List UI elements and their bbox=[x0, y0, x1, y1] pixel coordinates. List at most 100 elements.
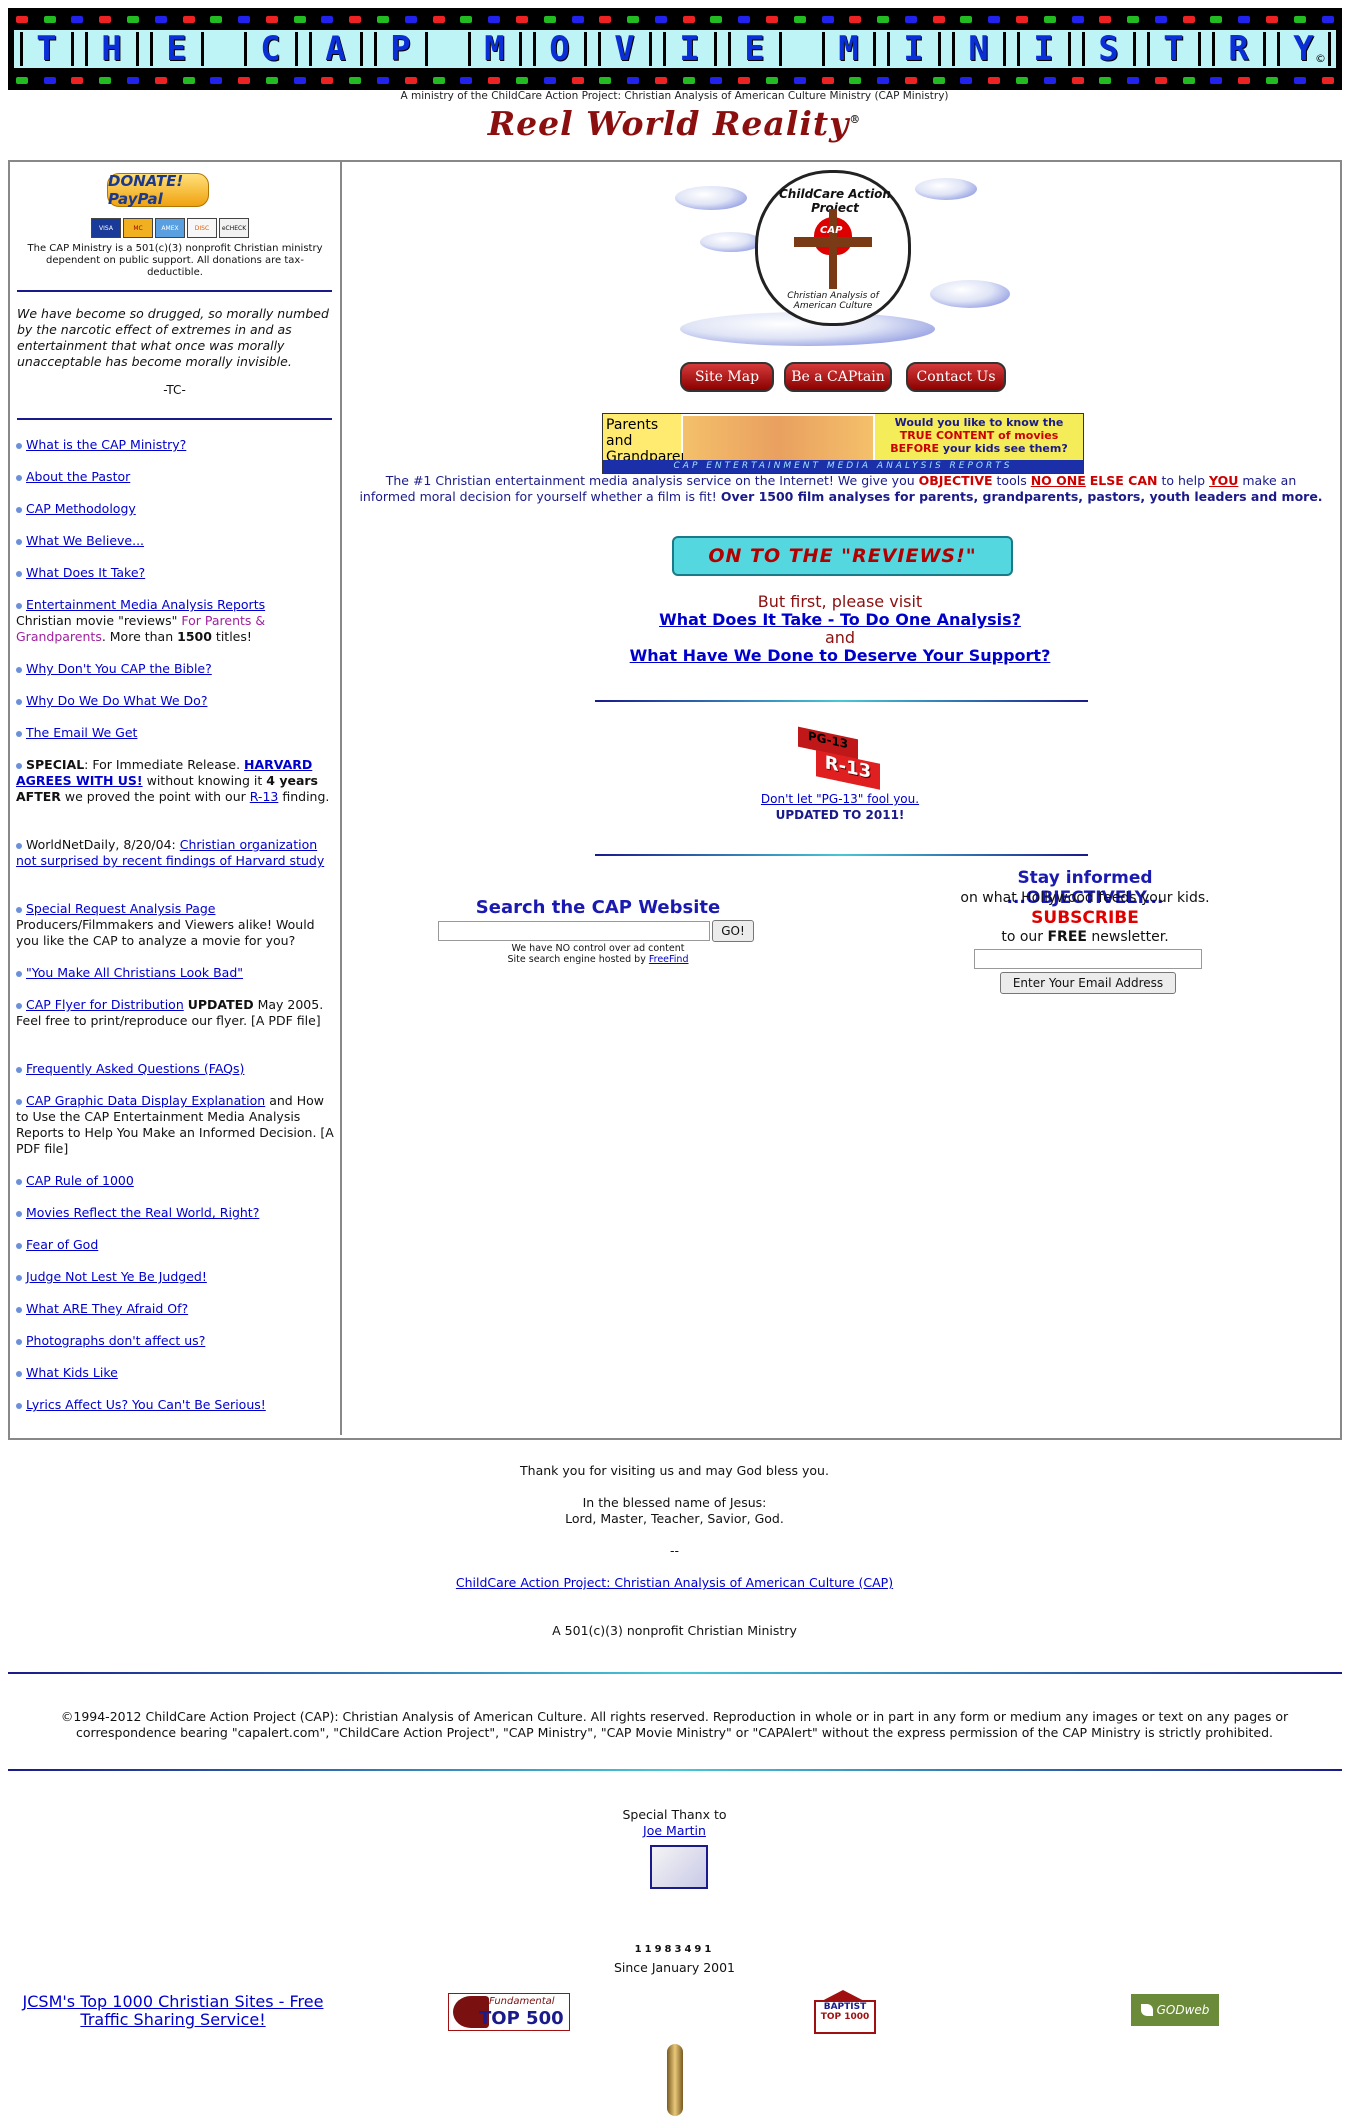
site-map-button[interactable]: Site Map bbox=[680, 362, 774, 392]
sidebar-item-look-bad: "You Make All Christians Look Bad" bbox=[16, 965, 334, 981]
cloud-image bbox=[700, 232, 762, 252]
sidebar-item-lyrics: Lyrics Affect Us? You Can't Be Serious! bbox=[16, 1397, 334, 1413]
on-to-reviews-button[interactable]: ON TO THE "REVIEWS!" bbox=[672, 536, 1013, 576]
bible-link[interactable]: Why Don't You CAP the Bible? bbox=[26, 661, 212, 676]
joe-martin-link[interactable]: Joe Martin bbox=[643, 1823, 706, 1838]
special-request-link[interactable]: Special Request Analysis Page bbox=[26, 901, 216, 916]
seal-bottom-text: Christian Analysis of American Culture bbox=[787, 291, 879, 311]
divider bbox=[8, 1769, 1342, 1771]
joe-martin-row: Joe Martin bbox=[0, 1823, 1349, 1838]
graphic-link[interactable]: CAP Graphic Data Display Explanation bbox=[26, 1093, 265, 1108]
banner-letter: A bbox=[308, 29, 363, 69]
film-strip-banner: THECAPMOVIEMINISTRY © bbox=[8, 8, 1342, 90]
deserve-support-link[interactable]: What Have We Done to Deserve Your Suppor… bbox=[630, 646, 1051, 665]
r13-link[interactable]: R-13 bbox=[250, 789, 279, 804]
photographs-link[interactable]: Photographs don't affect us? bbox=[26, 1333, 205, 1348]
enter-email-button[interactable]: Enter Your Email Address bbox=[1000, 972, 1176, 994]
reports-desc-more: . More than bbox=[101, 629, 174, 644]
banner-letter: M bbox=[821, 29, 876, 69]
judge-link[interactable]: Judge Not Lest Ye Be Judged! bbox=[26, 1269, 207, 1284]
about-pastor-link[interactable]: About the Pastor bbox=[26, 469, 130, 484]
banner-letter: C bbox=[243, 29, 298, 69]
top500-label: TOP 500 bbox=[479, 2008, 564, 2029]
parents-banner[interactable]: Parents and Grandparents! Would you like… bbox=[602, 413, 1084, 474]
search-input[interactable] bbox=[438, 921, 710, 941]
contact-us-button[interactable]: Contact Us bbox=[906, 362, 1006, 392]
sprocket-row-bottom bbox=[8, 74, 1342, 86]
cross-icon bbox=[829, 209, 837, 289]
scroll-ornament-icon bbox=[667, 2044, 683, 2116]
baptist-top1000-badge[interactable]: BAPTIST TOP 1000 bbox=[808, 1990, 878, 2034]
godweb-badge[interactable]: GODweb bbox=[1131, 1994, 1219, 2026]
methodology-link[interactable]: CAP Methodology bbox=[26, 501, 136, 516]
afraid-link[interactable]: What ARE They Afraid Of? bbox=[26, 1301, 188, 1316]
footer-nonprofit: A 501(c)(3) nonprofit Christian Ministry bbox=[552, 1623, 797, 1638]
baptist-box: BAPTIST TOP 1000 bbox=[814, 2000, 876, 2034]
newsletter-email-input[interactable] bbox=[974, 949, 1202, 969]
parents-kids: your kids see them? bbox=[942, 442, 1068, 455]
godweb-label: GODweb bbox=[1156, 2003, 1210, 2017]
echeck-icon: eCHECK bbox=[219, 218, 249, 238]
sidebar-item-about: About the Pastor bbox=[16, 469, 334, 485]
sidebar-item-photographs: Photographs don't affect us? bbox=[16, 1333, 334, 1349]
email-link[interactable]: The Email We Get bbox=[26, 725, 137, 740]
lyrics-link[interactable]: Lyrics Affect Us? You Can't Be Serious! bbox=[26, 1397, 266, 1412]
newsletter-subscribe: SUBSCRIBE bbox=[1031, 908, 1139, 928]
divider bbox=[595, 700, 1088, 702]
look-bad-link[interactable]: "You Make All Christians Look Bad" bbox=[26, 965, 243, 980]
be-a-captain-button[interactable]: Be a CAPtain bbox=[784, 362, 892, 392]
fear-link[interactable]: Fear of God bbox=[26, 1237, 98, 1252]
cap-footer-link[interactable]: ChildCare Action Project: Christian Anal… bbox=[456, 1575, 893, 1590]
pg13-r13-graphic[interactable]: PG-13 R-13 bbox=[798, 726, 882, 790]
copyright-text: ©1994-2012 ChildCare Action Project (CAP… bbox=[60, 1709, 1289, 1740]
intro-a: The #1 Christian entertainment media ana… bbox=[385, 473, 915, 488]
blessed-line-b: Lord, Master, Teacher, Savior, God. bbox=[565, 1511, 784, 1526]
what-is-cap-link[interactable]: What is the CAP Ministry? bbox=[26, 437, 186, 452]
what-does-it-take-link[interactable]: What Does It Take? bbox=[26, 565, 145, 580]
news-newsletter: newsletter. bbox=[1091, 929, 1169, 945]
jcsm-link[interactable]: JCSM's Top 1000 Christian Sites - Free T… bbox=[23, 1992, 324, 2029]
sidebar-item-faqs: Frequently Asked Questions (FAQs) bbox=[16, 1061, 334, 1077]
banner-letter: V bbox=[597, 29, 652, 69]
search-note: We have NO control over ad content Site … bbox=[438, 943, 758, 965]
sidebar-item-what-is: What is the CAP Ministry? bbox=[16, 437, 334, 453]
reports-link[interactable]: Entertainment Media Analysis Reports bbox=[26, 597, 265, 612]
banner-letter: I bbox=[662, 29, 717, 69]
take-one-analysis-link[interactable]: What Does It Take - To Do One Analysis? bbox=[659, 610, 1021, 629]
why-do-link[interactable]: Why Do We Do What We Do? bbox=[26, 693, 207, 708]
freefind-link[interactable]: FreeFind bbox=[649, 954, 689, 965]
flyer-link[interactable]: CAP Flyer for Distribution bbox=[26, 997, 184, 1012]
fundamental-label: Fundamental bbox=[489, 1996, 555, 2007]
intro-noone: NO ONE bbox=[1030, 473, 1086, 488]
search-go-button[interactable]: GO! bbox=[712, 920, 754, 942]
cartoon-family-image bbox=[683, 416, 873, 460]
sidebar-item-wnd: WorldNetDaily, 8/20/04: Christian organi… bbox=[16, 837, 334, 869]
parents-before: BEFORE bbox=[890, 442, 940, 455]
search-title: Search the CAP Website bbox=[475, 897, 721, 918]
movies-reflect-link[interactable]: Movies Reflect the Real World, Right? bbox=[26, 1205, 259, 1220]
banner-title: THECAPMOVIEMINISTRY bbox=[14, 29, 1336, 69]
parents-question-a: Would you like to know the bbox=[894, 416, 1064, 429]
sidebar-item-judge: Judge Not Lest Ye Be Judged! bbox=[16, 1269, 334, 1285]
newsletter-sub: on what Hollywood feeds your kids. bbox=[960, 890, 1210, 906]
kids-like-link[interactable]: What Kids Like bbox=[26, 1365, 118, 1380]
banner-letter: E bbox=[727, 29, 782, 69]
banner-letter: T bbox=[19, 29, 74, 69]
divider bbox=[17, 418, 332, 420]
wnd-text: WorldNetDaily, 8/20/04: bbox=[26, 837, 176, 852]
flyer-updated: UPDATED bbox=[187, 997, 254, 1012]
joe-martin-badge[interactable] bbox=[650, 1845, 708, 1889]
rule-link[interactable]: CAP Rule of 1000 bbox=[26, 1173, 134, 1188]
believe-link[interactable]: What We Believe... bbox=[26, 533, 144, 548]
fundamental-top500-badge[interactable]: Fundamental TOP 500 bbox=[448, 1993, 570, 2031]
payment-cards: VISA MC AMEX DISC eCHECK bbox=[91, 218, 249, 238]
special-text-b: without knowing it bbox=[146, 773, 263, 788]
take-one-link-row: What Does It Take - To Do One Analysis? bbox=[344, 610, 1336, 629]
pg13-fool-link[interactable]: Don't let "PG-13" fool you. bbox=[761, 792, 919, 806]
seal-center-text: CAP bbox=[820, 225, 843, 236]
leaf-icon bbox=[1140, 2004, 1153, 2016]
special-request-desc: Producers/Filmmakers and Viewers alike! … bbox=[16, 917, 315, 948]
parents-question: Would you like to know the TRUE CONTENT … bbox=[875, 414, 1083, 460]
donate-paypal-button[interactable]: DONATE! PayPal bbox=[107, 172, 209, 208]
faqs-link[interactable]: Frequently Asked Questions (FAQs) bbox=[26, 1061, 244, 1076]
